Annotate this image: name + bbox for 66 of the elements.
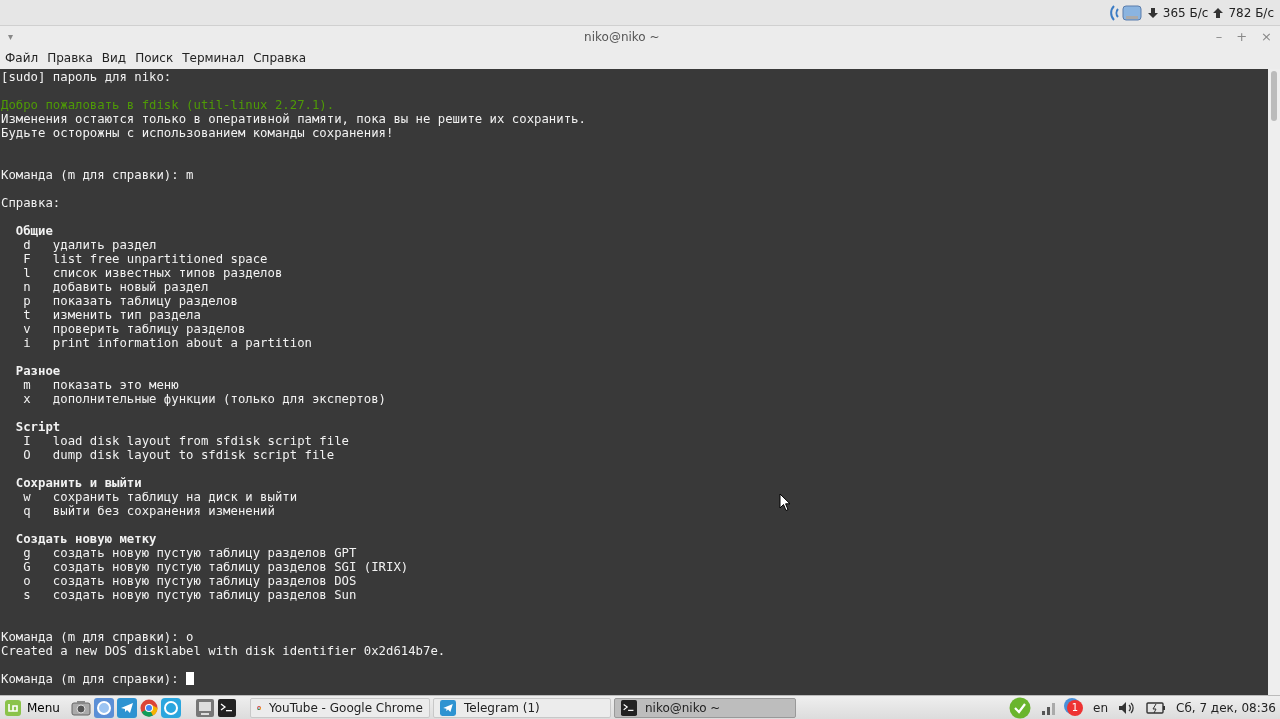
terminal-line: d удалить раздел — [22, 238, 157, 252]
menu-item[interactable]: Правка — [47, 51, 93, 65]
section-heading: Создать новую метку — [14, 532, 157, 546]
download-speed: 365 Б/с — [1162, 5, 1209, 20]
terminal-line: p показать таблицу разделов — [22, 294, 238, 308]
window-title: niko@niko ~ — [583, 29, 661, 44]
terminal-line: n добавить новый раздел — [22, 280, 209, 294]
section-heading: Общие — [14, 224, 53, 238]
terminal-line: x дополнительные функции (только для экспертов) — [22, 392, 386, 406]
monitor-icon[interactable] — [194, 697, 215, 718]
terminal-line: Справка: — [1, 196, 61, 210]
speaker-icon[interactable] — [1118, 700, 1136, 715]
terminal-line: v проверить таблицу разделов — [22, 322, 246, 336]
terminal-line: [sudo] пароль для niko: — [1, 70, 172, 84]
mouse-pointer-icon — [779, 493, 791, 512]
menu-item[interactable]: Терминал — [182, 51, 245, 65]
signal-bars-icon[interactable] — [1041, 700, 1057, 715]
browser-icon[interactable] — [93, 697, 114, 718]
terminal-line: q выйти без сохранения изменений — [22, 504, 275, 518]
terminal-line: g создать новую пустую таблицу разделов GPT — [22, 546, 357, 560]
menu-item[interactable]: Вид — [101, 51, 127, 65]
download-arrow-icon — [1147, 6, 1158, 19]
window-button[interactable]: YouTube - Google Chrome — [249, 697, 430, 718]
terminal-line: Created a new DOS disklabel with disk identifier 0x2d614b7e. — [1, 644, 446, 658]
keyboard-layout[interactable]: en — [1093, 700, 1108, 715]
terminal-line: w сохранить таблицу на диск и выйти — [22, 490, 298, 504]
wireless-signal-icon — [1108, 2, 1143, 23]
terminal-line: o создать новую пустую таблицу разделов DOS — [22, 574, 357, 588]
camera-icon[interactable] — [70, 698, 91, 717]
terminal-line: Команда (m для справки): m — [1, 168, 194, 182]
terminal-line: t изменить тип раздела — [22, 308, 201, 322]
text-cursor — [186, 672, 195, 685]
section-heading: Script — [14, 420, 61, 434]
terminal-line: G создать новую пустую таблицу разделов SGI (IRIX) — [22, 560, 409, 574]
window-button[interactable]: niko@niko ~ — [613, 697, 796, 718]
skype-icon[interactable] — [160, 697, 181, 718]
battery-icon[interactable] — [1146, 700, 1166, 715]
terminal-line: s создать новую пустую таблицу разделов Sun — [22, 588, 357, 602]
terminal-line: I load disk layout from sfdisk script file — [22, 434, 349, 448]
clock[interactable]: Сб, 7 дек, 08:36 — [1176, 700, 1276, 715]
terminal-line: l список известных типов разделов — [22, 266, 283, 280]
menu-item[interactable]: Поиск — [135, 51, 174, 65]
section-heading: Сохранить и выйти — [14, 476, 142, 490]
terminal-icon[interactable] — [620, 699, 637, 716]
upload-speed: 782 Б/с — [1228, 5, 1274, 20]
menu-item[interactable]: Справка — [253, 51, 307, 65]
terminal-line: Добро пожаловать в fdisk (util-linux 2.27.1). — [1, 98, 335, 112]
terminal-line: Команда (m для справки): o — [1, 630, 194, 644]
window-button[interactable]: Telegram (1) — [432, 697, 611, 718]
paper-plane-icon[interactable] — [116, 697, 137, 718]
paper-plane-icon[interactable] — [439, 699, 456, 716]
terminal-line: O dump disk layout to sfdisk script file — [22, 448, 335, 462]
notification-badge[interactable]: 1 — [1067, 699, 1083, 716]
menu-button[interactable]: Menu — [4, 698, 60, 717]
chrome-icon[interactable] — [139, 698, 158, 717]
scrollbar[interactable] — [1268, 69, 1280, 695]
terminal-line: F list free unpartitioned space — [22, 252, 268, 266]
terminal-line: Будьте осторожны с использованием команды сохранения! — [1, 126, 394, 140]
upload-arrow-icon — [1213, 6, 1224, 19]
terminal-prompt: Команда (m для справки): — [1, 672, 180, 686]
section-heading: Разное — [14, 364, 61, 378]
terminal-line: m показать это меню — [22, 378, 179, 392]
terminal-icon[interactable] — [217, 698, 236, 717]
terminal-line: Изменения остаются только в оперативной памяти, пока вы не решите их сохранить. — [1, 112, 586, 126]
menu-item[interactable]: Файл — [5, 51, 39, 65]
terminal-line: i print information about a partition — [22, 336, 312, 350]
